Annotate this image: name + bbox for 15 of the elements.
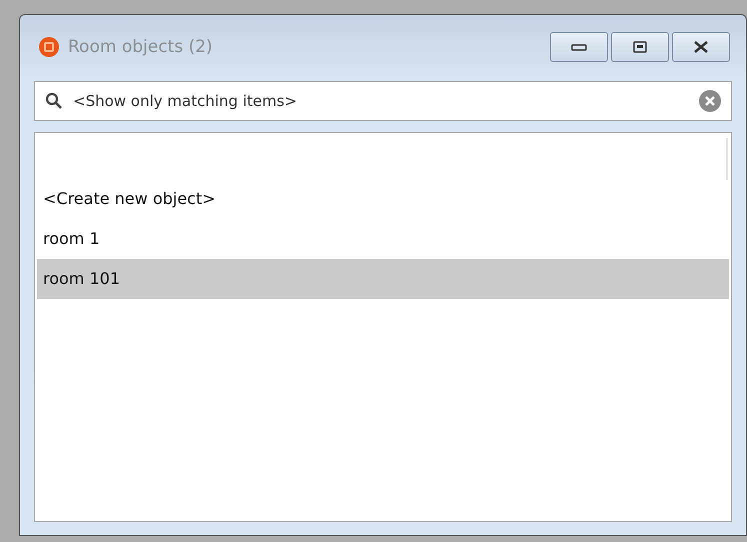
window-title: Room objects (2) [68,37,213,57]
search-input[interactable]: <Show only matching items> [71,91,691,111]
list-item[interactable]: room 101 [37,259,729,299]
maximize-button[interactable] [611,32,669,62]
list-item[interactable]: room 1 [37,219,729,259]
close-icon [693,41,709,53]
search-icon [45,92,63,110]
app-icon [38,36,60,58]
search-field[interactable]: <Show only matching items> [34,81,732,121]
minimize-icon [571,43,587,51]
maximize-icon [633,41,647,53]
minimize-button[interactable] [550,32,608,62]
list-item[interactable]: <Create new object> [37,179,729,219]
clear-icon[interactable] [699,90,721,112]
close-button[interactable] [672,32,730,62]
